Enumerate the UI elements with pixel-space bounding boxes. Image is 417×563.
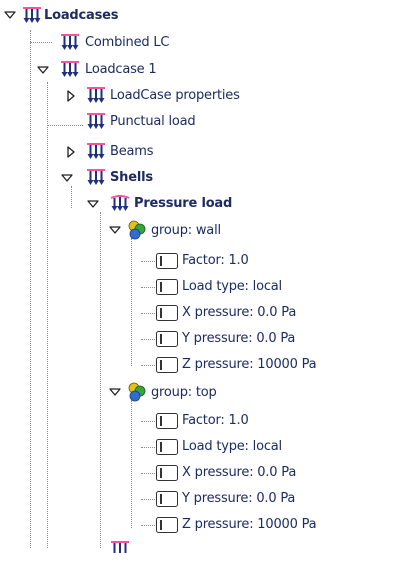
load-arrows-icon (86, 113, 106, 135)
tree-node-param[interactable]: Factor: 1.0 (182, 248, 249, 274)
parameter-icon (156, 253, 178, 273)
tree-node-param[interactable]: Load type: local (182, 274, 282, 300)
load-arrows-icon (22, 7, 42, 29)
load-arrows-icon (86, 87, 106, 109)
node-label: Loadcase 1 (85, 62, 157, 77)
node-label: Z pressure: 10000 Pa (182, 357, 317, 372)
node-label: X pressure: 0.0 Pa (182, 305, 297, 320)
node-label: Pressure load (134, 196, 233, 211)
parameter-icon (156, 491, 178, 511)
parameter-icon (156, 279, 178, 299)
load-arrows-icon (86, 143, 106, 165)
load-arrows-icon (110, 541, 130, 563)
tree-line (30, 42, 52, 43)
tree-line (141, 261, 155, 262)
tree-node-param[interactable]: X pressure: 0.0 Pa (182, 300, 296, 326)
node-label: Shells (110, 170, 153, 185)
tree-node-param[interactable]: Y pressure: 0.0 Pa (182, 326, 295, 352)
tree-node-param[interactable]: Y pressure: 0.0 Pa (182, 486, 295, 512)
tree-line (141, 421, 155, 422)
tree-line (141, 447, 155, 448)
parameter-icon (156, 413, 178, 433)
node-label: Combined LC (85, 35, 170, 50)
tree-line (141, 525, 155, 526)
parameter-icon (156, 331, 178, 351)
tree-node-param[interactable]: Z pressure: 10000 Pa (182, 512, 317, 538)
tree-node-group-top[interactable]: group: top (151, 380, 217, 406)
tree-node-loadcase-1[interactable]: Loadcase 1 (85, 57, 157, 83)
tree-line (30, 30, 31, 548)
tree-node-param[interactable]: X pressure: 0.0 Pa (182, 460, 296, 486)
collapse-arrow-icon[interactable] (108, 223, 122, 237)
parameter-icon (156, 517, 178, 537)
tree-node-param[interactable]: Factor: 1.0 (182, 408, 249, 434)
tree-node-loadcase-properties[interactable]: LoadCase properties (110, 83, 240, 109)
collapse-arrow-icon[interactable] (3, 8, 17, 22)
tree-node-loadcases[interactable]: Loadcases (44, 3, 118, 29)
load-arrows-icon (60, 61, 80, 83)
tree-line (141, 473, 155, 474)
tree-line (131, 400, 132, 528)
node-label: group: top (151, 385, 217, 400)
tree-node-beams[interactable]: Beams (110, 139, 154, 165)
tree-node-pressure-load[interactable]: Pressure load (134, 191, 232, 217)
parameter-icon (156, 465, 178, 485)
group-spheres-icon (127, 220, 147, 244)
collapse-arrow-icon[interactable] (36, 63, 50, 77)
tree-line (141, 339, 155, 340)
tree-node-param[interactable]: Load type: local (182, 434, 282, 460)
expand-arrow-icon[interactable] (64, 145, 78, 159)
node-label: Factor: 1.0 (182, 253, 249, 268)
parameter-icon (156, 305, 178, 325)
tree-node-group-wall[interactable]: group: wall (151, 218, 221, 244)
tree-line (141, 287, 155, 288)
node-label: Load type: local (182, 439, 282, 454)
tree-node-combined-lc[interactable]: Combined LC (85, 30, 170, 56)
node-label: Beams (110, 144, 154, 159)
collapse-arrow-icon[interactable] (108, 385, 122, 399)
node-label: Loadcases (44, 8, 119, 23)
tree-line (47, 82, 48, 548)
loadcase-tree: Loadcases Combined LC Loadcase 1 LoadCas… (0, 0, 417, 553)
tree-line (71, 186, 72, 208)
node-label: Z pressure: 10000 Pa (182, 517, 317, 532)
node-label: Y pressure: 0.0 Pa (182, 331, 296, 346)
tree-node-shells[interactable]: Shells (110, 165, 153, 191)
tree-line (141, 499, 155, 500)
tree-node-param[interactable]: Z pressure: 10000 Pa (182, 352, 317, 378)
node-label: Punctual load (110, 114, 196, 129)
node-label: X pressure: 0.0 Pa (182, 465, 297, 480)
node-label: Factor: 1.0 (182, 413, 249, 428)
parameter-icon (156, 439, 178, 459)
node-label: Y pressure: 0.0 Pa (182, 491, 296, 506)
load-arrows-icon (86, 169, 106, 191)
collapse-arrow-icon[interactable] (60, 171, 74, 185)
tree-node-punctual-load[interactable]: Punctual load (110, 109, 196, 135)
tree-line (141, 365, 155, 366)
collapse-arrow-icon[interactable] (86, 197, 100, 211)
pressure-load-icon (110, 195, 130, 217)
node-label: group: wall (151, 223, 221, 238)
tree-line (141, 313, 155, 314)
tree-line (100, 212, 101, 548)
node-label: Load type: local (182, 279, 282, 294)
group-spheres-icon (127, 382, 147, 406)
tree-line (47, 125, 83, 126)
tree-line (131, 238, 132, 366)
node-label: LoadCase properties (110, 88, 240, 103)
load-arrows-icon (60, 34, 80, 56)
expand-arrow-icon[interactable] (64, 89, 78, 103)
parameter-icon (156, 357, 178, 377)
